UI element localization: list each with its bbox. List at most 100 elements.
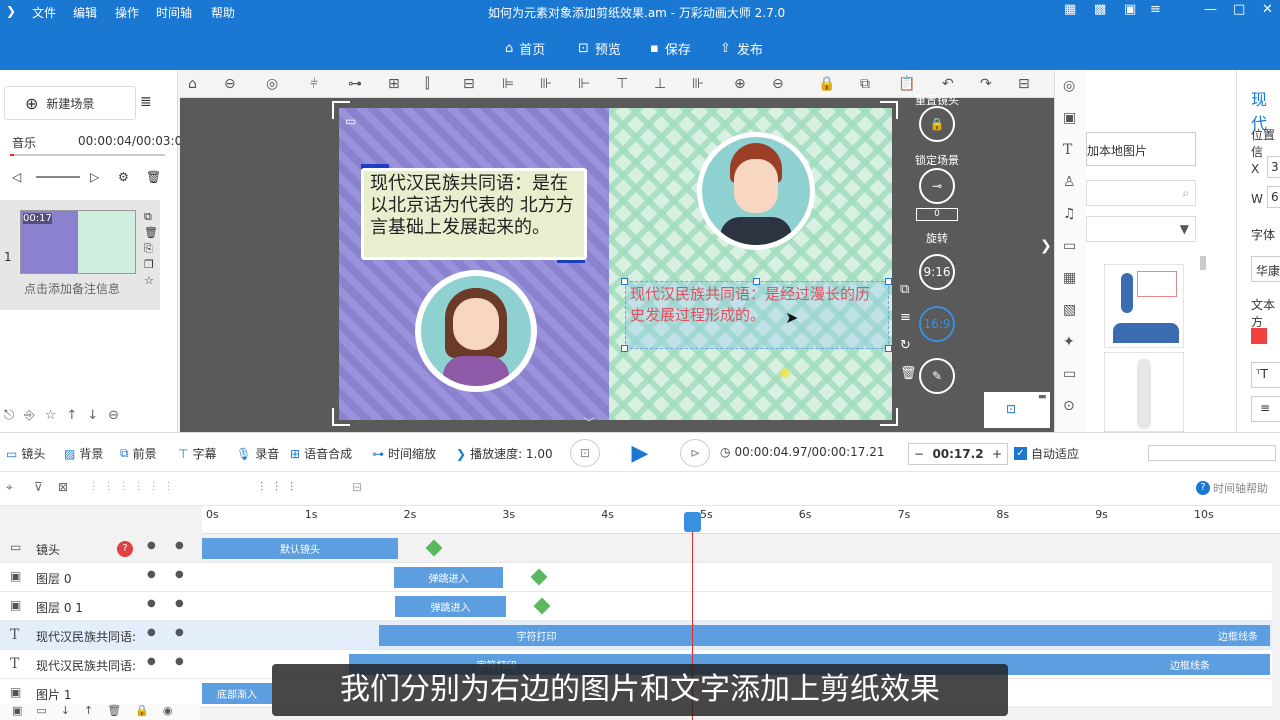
track-bar[interactable]: 字符打印 [379, 625, 694, 646]
ratio-916-button[interactable]: 9:16 [919, 254, 955, 290]
copy-scene-icon[interactable]: ⧉ [144, 210, 152, 224]
rotate-input[interactable]: 0 [916, 208, 958, 221]
character-icon[interactable]: ♙ [1063, 174, 1076, 190]
track-bar[interactable]: 边框线条 [694, 625, 1270, 646]
more-options-icon[interactable]: ⊙ [1063, 398, 1075, 414]
resize-handle-tr[interactable] [885, 278, 892, 285]
menu-file[interactable]: 文件 [32, 4, 56, 21]
expand-panel-icon[interactable]: ❯ [1040, 238, 1052, 254]
align-left-icon[interactable]: ⊫ [502, 76, 514, 92]
foreground-tab[interactable]: ⧉ 前景 [120, 445, 157, 462]
duration-minus-icon[interactable]: − [909, 447, 929, 461]
visibility-dot[interactable]: ● [147, 598, 156, 609]
shortcut-icon[interactable]: ⊟ [1018, 76, 1030, 92]
up-arrow-icon[interactable]: ↑ [66, 408, 87, 423]
auto-fit-checkbox[interactable]: ✓ 自动适应 [1014, 445, 1079, 462]
align-right-icon[interactable]: ⊩ [578, 76, 590, 92]
order-tools[interactable]: ⫶⫶⫶ [260, 480, 305, 495]
target-icon[interactable]: ⌖ [6, 480, 13, 495]
scene-thumbnail[interactable]: 00:17 [20, 210, 136, 274]
track-bar[interactable]: 弹跳进入 [395, 596, 506, 617]
close-icon[interactable]: ✕ [1262, 2, 1273, 17]
add-keyframe-icon[interactable] [533, 597, 551, 615]
music-settings-icon[interactable]: ⚙ [118, 170, 129, 184]
asset-scrollbar[interactable] [1200, 256, 1206, 270]
track-layer-0[interactable]: ▣ 图层 0 ● ● 弹跳进入 [0, 563, 1272, 592]
asset-thumb-woman[interactable] [1104, 352, 1184, 432]
music-icon[interactable]: ♫ [1063, 206, 1076, 222]
publish-button[interactable]: ⇧ 发布 [720, 36, 763, 60]
playback-speed[interactable]: ❯ 播放速度: 1.00 [456, 445, 553, 462]
clear-filter-icon[interactable]: ⊠ [58, 480, 68, 494]
distribute-icon[interactable]: ⊞ [388, 76, 400, 92]
music-delete-icon[interactable]: 🗑 [146, 170, 161, 184]
delete-scene-icon[interactable]: 🗑 [144, 226, 158, 239]
visibility-dot[interactable]: ● [147, 569, 156, 580]
scene-item[interactable]: 1 00:17 点击添加备注信息 [0, 200, 160, 310]
selected-text-box[interactable]: 现代汉民族共同语：是经过漫长的历史发展过程形成的。 [625, 281, 889, 349]
photo-icon[interactable]: ▧ [1063, 302, 1076, 318]
brush-button[interactable]: ✎ [919, 358, 955, 394]
duplicate-scene-icon[interactable]: ❐ [144, 258, 154, 271]
asset-search-input[interactable]: ⌕ [1086, 180, 1196, 206]
zoom-reset-icon[interactable]: ⊖ [224, 76, 236, 92]
track-bar[interactable]: 底部渐入 [202, 683, 272, 704]
preview-frame-button[interactable]: ⊡ [570, 439, 600, 467]
duration-stepper[interactable]: − 00:17.2 + [908, 443, 1008, 465]
zoom-in-icon[interactable]: ⊕ [734, 76, 746, 92]
resize-handle-br[interactable] [885, 345, 892, 352]
lock-dot[interactable]: ● [175, 598, 184, 609]
favorite-scene-icon[interactable]: ☆ [144, 274, 154, 287]
record-tab[interactable]: 🎙 录音 [236, 445, 279, 462]
duration-plus-icon[interactable]: + [987, 447, 1007, 461]
camera-help-icon[interactable]: ? [117, 541, 133, 557]
collapse-chevron-icon[interactable]: ﹀ [583, 414, 595, 431]
preview-button[interactable]: ⊡ 预览 [578, 36, 621, 60]
minimap-toggle[interactable]: ⊡ ▬ [984, 392, 1050, 428]
align-center-icon[interactable]: ⊪ [540, 76, 552, 92]
folder-icon[interactable]: ▭ [1063, 366, 1076, 382]
menu-help[interactable]: 帮助 [211, 4, 235, 21]
align-tools[interactable]: ⫶⫶⫶⫶⫶⫶ [92, 480, 182, 495]
lock-icon[interactable]: 🔒 [818, 76, 835, 92]
shape-icon[interactable]: ◎ [1063, 78, 1075, 94]
w-input[interactable]: 6 [1267, 186, 1280, 208]
volume-slider[interactable] [36, 176, 80, 178]
stop-button[interactable]: ⊳ [680, 439, 710, 467]
image-icon[interactable]: ▣ [1063, 110, 1076, 126]
copy-icon[interactable]: ⧉ [860, 76, 870, 92]
camera-tab[interactable]: ▭ 镜头 [6, 445, 45, 462]
export-scene-icon[interactable]: ⎘ [144, 242, 153, 256]
grid-icon[interactable]: ▩ [1094, 2, 1106, 17]
font-size-icon[interactable]: ᵀT [1251, 362, 1280, 388]
lock-dot[interactable]: ● [175, 656, 184, 667]
lock-dot[interactable]: ● [175, 627, 184, 638]
text-align-icon[interactable]: ≡ [1251, 396, 1280, 422]
menu-timeline[interactable]: 时间轴 [156, 4, 192, 21]
zoom-slider[interactable] [1148, 445, 1276, 461]
exit-icon[interactable]: ⎆ [24, 408, 44, 423]
volume-down-icon[interactable]: ◁ [12, 170, 21, 184]
clipboard-icon[interactable]: ⊟ [352, 480, 362, 494]
speech-bubble[interactable]: 现代汉民族共同语：是在以北京话为代表的 北方方言基础上发展起来的。 [361, 168, 587, 260]
time-scale-tab[interactable]: ⊶ 时间缩放 [372, 445, 436, 462]
scene-note[interactable]: 点击添加备注信息 [24, 280, 120, 297]
align-middle-icon[interactable]: ⊶ [348, 76, 362, 92]
asset-category-select[interactable]: ▼ [1086, 216, 1196, 242]
paste-icon[interactable]: 📋 [898, 76, 915, 92]
resize-handle-bl[interactable] [621, 345, 628, 352]
align-top-icon[interactable]: ⊤ [616, 76, 628, 92]
x-input[interactable]: 3 [1267, 156, 1280, 178]
more-icon[interactable]: ⊖ [108, 408, 129, 423]
background-tab[interactable]: ▨ 背景 [64, 445, 103, 462]
home-view-icon[interactable]: ⌂ [188, 76, 197, 92]
font-color-swatch[interactable] [1251, 328, 1267, 344]
align-top-edge-icon[interactable]: ⊟ [463, 76, 475, 92]
add-keyframe-icon[interactable] [530, 568, 548, 586]
redo-icon[interactable]: ↷ [980, 76, 992, 92]
playhead-handle[interactable] [684, 512, 701, 532]
lock-scene-button[interactable]: 🔒 [919, 106, 955, 142]
align-left-edge-icon[interactable]: ⫿ [425, 76, 429, 92]
track-camera[interactable]: ▭ 镜头 ? ● ● 默认镜头 [0, 534, 1272, 563]
settings-menu-icon[interactable]: ≡ [1150, 2, 1161, 17]
